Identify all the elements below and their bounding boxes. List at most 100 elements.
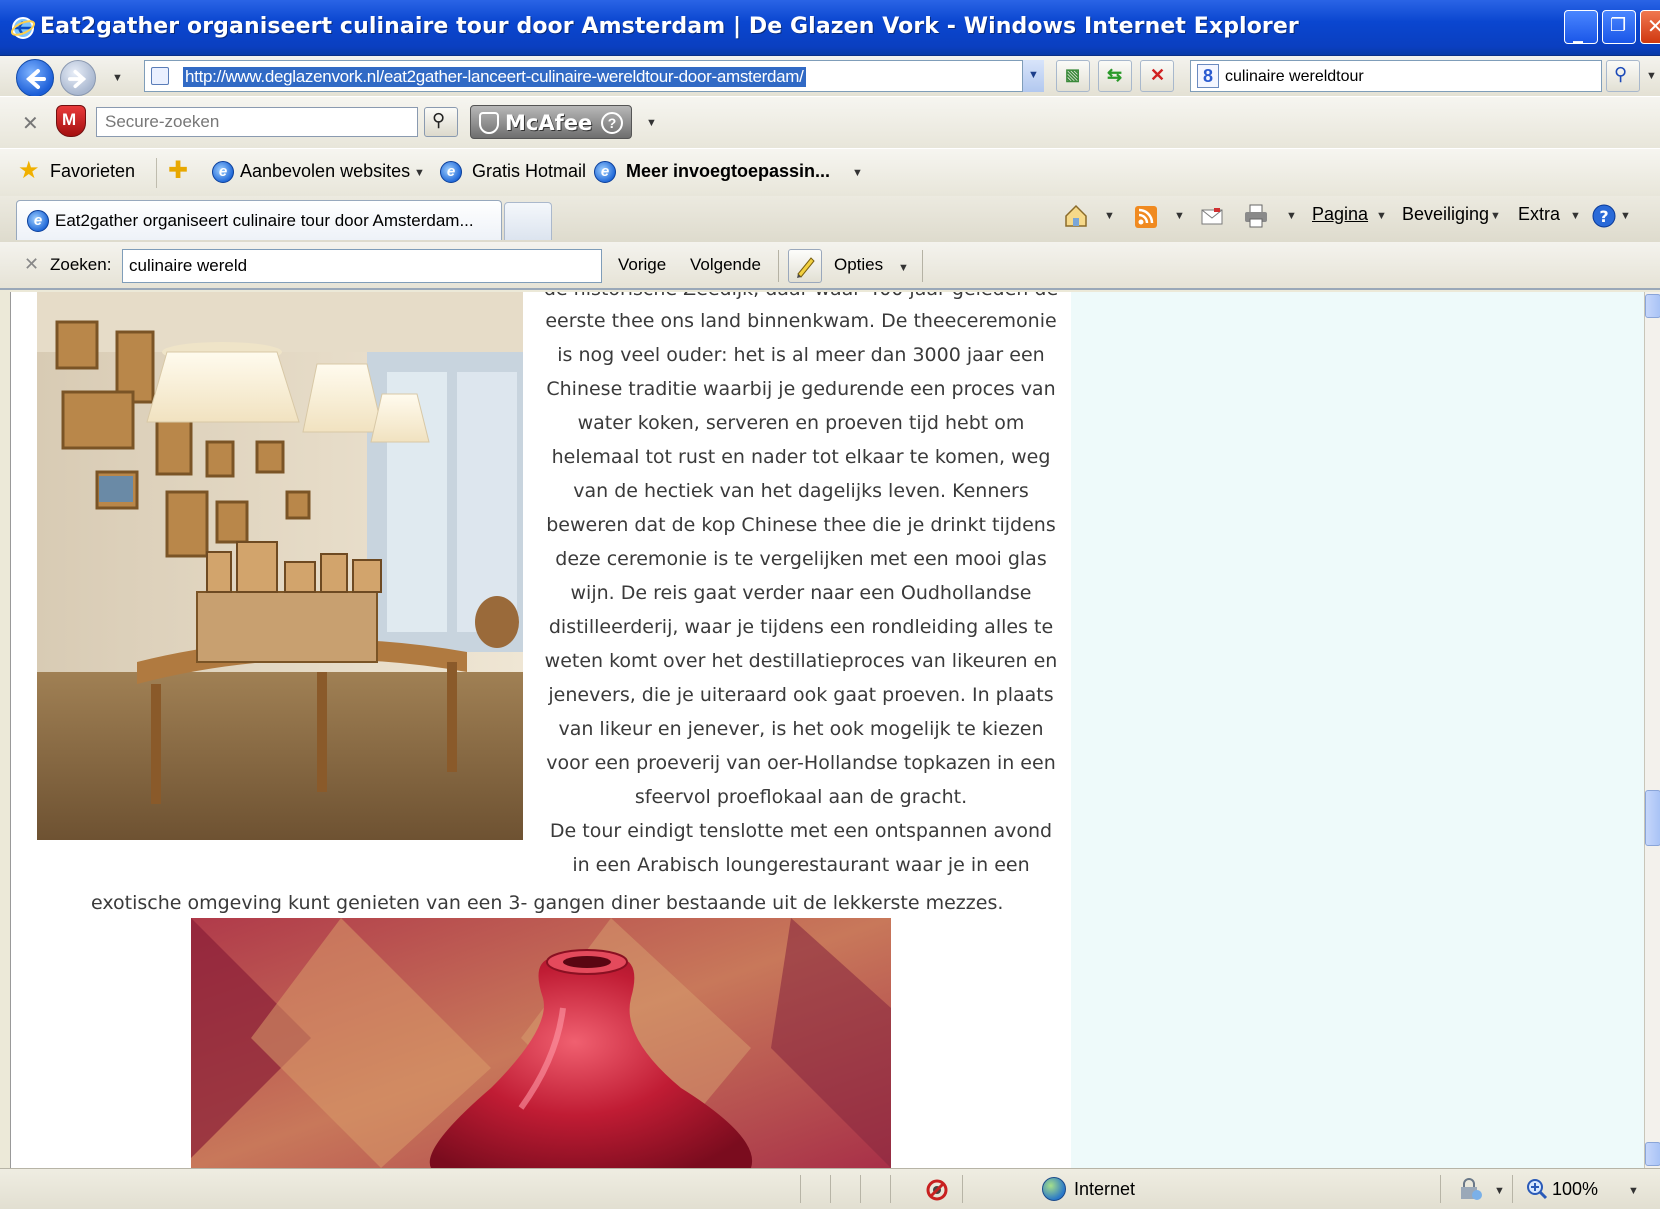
find-options-button[interactable]: Opties <box>834 255 883 275</box>
tab-active[interactable]: e Eat2gather organiseert culinaire tour … <box>16 200 502 240</box>
vertical-scrollbar[interactable] <box>1644 292 1660 1168</box>
favorite-item-aanbevolen[interactable]: Aanbevolen websites <box>240 161 410 182</box>
protected-mode-dropdown[interactable]: ▼ <box>1494 1185 1505 1197</box>
refresh-icon: ⇆ <box>1107 65 1123 85</box>
close-toolbar-icon[interactable]: ✕ <box>22 111 39 136</box>
ie-page-icon: e <box>27 210 49 232</box>
mcafee-shield-icon[interactable]: M <box>56 105 86 137</box>
favorite-item-invoegtoepassingen[interactable]: Meer invoegtoepassin... <box>626 161 830 182</box>
restore-icon: ❐ <box>1610 15 1627 36</box>
feed-dropdown[interactable]: ▼ <box>1174 210 1185 222</box>
google-icon: 8 <box>1197 64 1219 88</box>
back-button[interactable] <box>16 59 54 97</box>
protected-mode-icon[interactable] <box>1458 1177 1484 1203</box>
chevron-down-icon[interactable]: ▼ <box>852 167 863 179</box>
mcafee-logo-icon <box>479 112 499 134</box>
stop-button[interactable]: ✕ <box>1140 60 1174 92</box>
favorites-bar: ★ Favorieten ✚ e Aanbevolen websites ▼ e… <box>0 148 1660 196</box>
close-find-icon[interactable]: ✕ <box>24 254 39 275</box>
zoom-dropdown[interactable]: ▼ <box>1628 1185 1639 1197</box>
secure-search-input[interactable] <box>97 108 417 136</box>
compatibility-view-button[interactable]: ▧ <box>1056 60 1090 92</box>
page-menu-dropdown[interactable]: ▼ <box>1376 210 1387 222</box>
chevron-down-icon[interactable]: ▼ <box>898 262 909 274</box>
address-bar[interactable]: http://www.deglazenvork.nl/eat2gather-la… <box>144 60 1044 92</box>
page-content[interactable]: de historische Zeedijk, daar waar 400 ja… <box>10 292 1644 1168</box>
secure-search-button[interactable]: ⚲ <box>424 107 458 137</box>
search-button[interactable]: ⚲ <box>1606 60 1640 92</box>
search-icon: ⚲ <box>1614 64 1628 84</box>
help-dropdown[interactable]: ▼ <box>1620 210 1631 222</box>
page-menu[interactable]: Pagina <box>1312 204 1368 225</box>
security-menu-dropdown[interactable]: ▼ <box>1490 210 1501 222</box>
ie-page-icon: e <box>440 161 462 183</box>
separator <box>890 1175 891 1203</box>
ie-page-icon: e <box>212 161 234 183</box>
address-dropdown[interactable]: ▼ <box>1022 60 1044 92</box>
find-next-button[interactable]: Volgende <box>690 255 761 275</box>
ie-logo-icon <box>10 17 36 39</box>
find-input[interactable] <box>123 250 601 282</box>
print-icon[interactable] <box>1242 202 1270 230</box>
favorites-button[interactable]: Favorieten <box>50 161 135 182</box>
minimize-icon: _ <box>1573 19 1583 43</box>
find-previous-button[interactable]: Vorige <box>618 255 666 275</box>
pencil-icon <box>797 257 815 278</box>
security-zone-label[interactable]: Internet <box>1074 1179 1135 1200</box>
article-line: eerste thee ons land binnenkwam. De thee… <box>545 310 1057 332</box>
separator <box>778 250 779 282</box>
add-favorite-icon[interactable]: ✚ <box>168 159 192 183</box>
recent-pages-dropdown[interactable]: ▼ <box>112 72 123 84</box>
separator <box>1512 1175 1513 1203</box>
mcafee-brand-button[interactable]: McAfee ? <box>470 105 632 139</box>
ie-window: Eat2gather organiseert culinaire tour do… <box>0 0 1660 1209</box>
help-icon[interactable]: ? <box>1590 202 1618 230</box>
minimize-button[interactable]: _ <box>1564 10 1598 44</box>
extra-menu[interactable]: Extra <box>1518 204 1560 225</box>
url-text[interactable]: http://www.deglazenvork.nl/eat2gather-la… <box>183 67 806 87</box>
rss-feed-icon[interactable] <box>1132 202 1160 230</box>
arrow-left-icon <box>25 69 46 89</box>
refresh-button[interactable]: ⇆ <box>1098 60 1132 92</box>
scroll-thumb[interactable] <box>1645 790 1660 846</box>
highlight-button[interactable] <box>788 249 822 283</box>
separator <box>156 158 157 188</box>
article-line: is nog veel ouder: het is al meer dan 30… <box>557 344 1045 366</box>
tea-shop-photo <box>37 292 523 840</box>
favorite-item-hotmail[interactable]: Gratis Hotmail <box>472 161 586 182</box>
home-icon[interactable] <box>1062 202 1090 230</box>
search-options-dropdown[interactable]: ▼ <box>1646 70 1657 82</box>
article-line: water koken, serveren en proeven tijd he… <box>577 412 1025 434</box>
new-tab-button[interactable] <box>504 202 552 240</box>
zoom-level[interactable]: 100% <box>1552 1179 1598 1200</box>
restore-button[interactable]: ❐ <box>1602 10 1636 44</box>
title-bar: Eat2gather organiseert culinaire tour do… <box>0 0 1660 56</box>
mail-icon[interactable] <box>1198 202 1226 230</box>
article-line: van likeur en jenever, is het ook mogeli… <box>558 718 1044 740</box>
mcafee-toolbar: ✕ M ⚲ McAfee ? ▼ <box>0 96 1660 148</box>
scroll-down-button[interactable] <box>1645 1142 1660 1166</box>
article-last-line: exotische omgeving kunt genieten van een… <box>91 892 1004 914</box>
privacy-eye-icon[interactable] <box>924 1177 950 1203</box>
help-icon[interactable]: ? <box>601 112 623 134</box>
chevron-down-icon[interactable]: ▼ <box>414 167 425 179</box>
forward-button[interactable] <box>60 60 96 96</box>
mcafee-dropdown[interactable]: ▼ <box>646 117 657 129</box>
search-query[interactable]: culinaire wereldtour <box>1225 68 1364 86</box>
security-menu[interactable]: Beveiliging <box>1402 204 1489 225</box>
close-window-button[interactable]: ✕ <box>1640 10 1660 44</box>
secure-search-box[interactable] <box>96 107 418 137</box>
scroll-up-button[interactable] <box>1645 294 1660 318</box>
separator <box>922 250 923 282</box>
find-box[interactable] <box>122 249 602 283</box>
ie-page-icon: e <box>594 161 616 183</box>
window-title: Eat2gather organiseert culinaire tour do… <box>40 14 1299 39</box>
favorites-star-icon: ★ <box>18 157 40 184</box>
search-box[interactable]: 8 culinaire wereldtour <box>1190 60 1602 92</box>
stop-icon: ✕ <box>1150 65 1166 85</box>
home-dropdown[interactable]: ▼ <box>1104 210 1115 222</box>
internet-zone-icon <box>1042 1177 1066 1201</box>
print-dropdown[interactable]: ▼ <box>1286 210 1297 222</box>
arrow-right-icon <box>68 69 87 89</box>
extra-menu-dropdown[interactable]: ▼ <box>1570 210 1581 222</box>
